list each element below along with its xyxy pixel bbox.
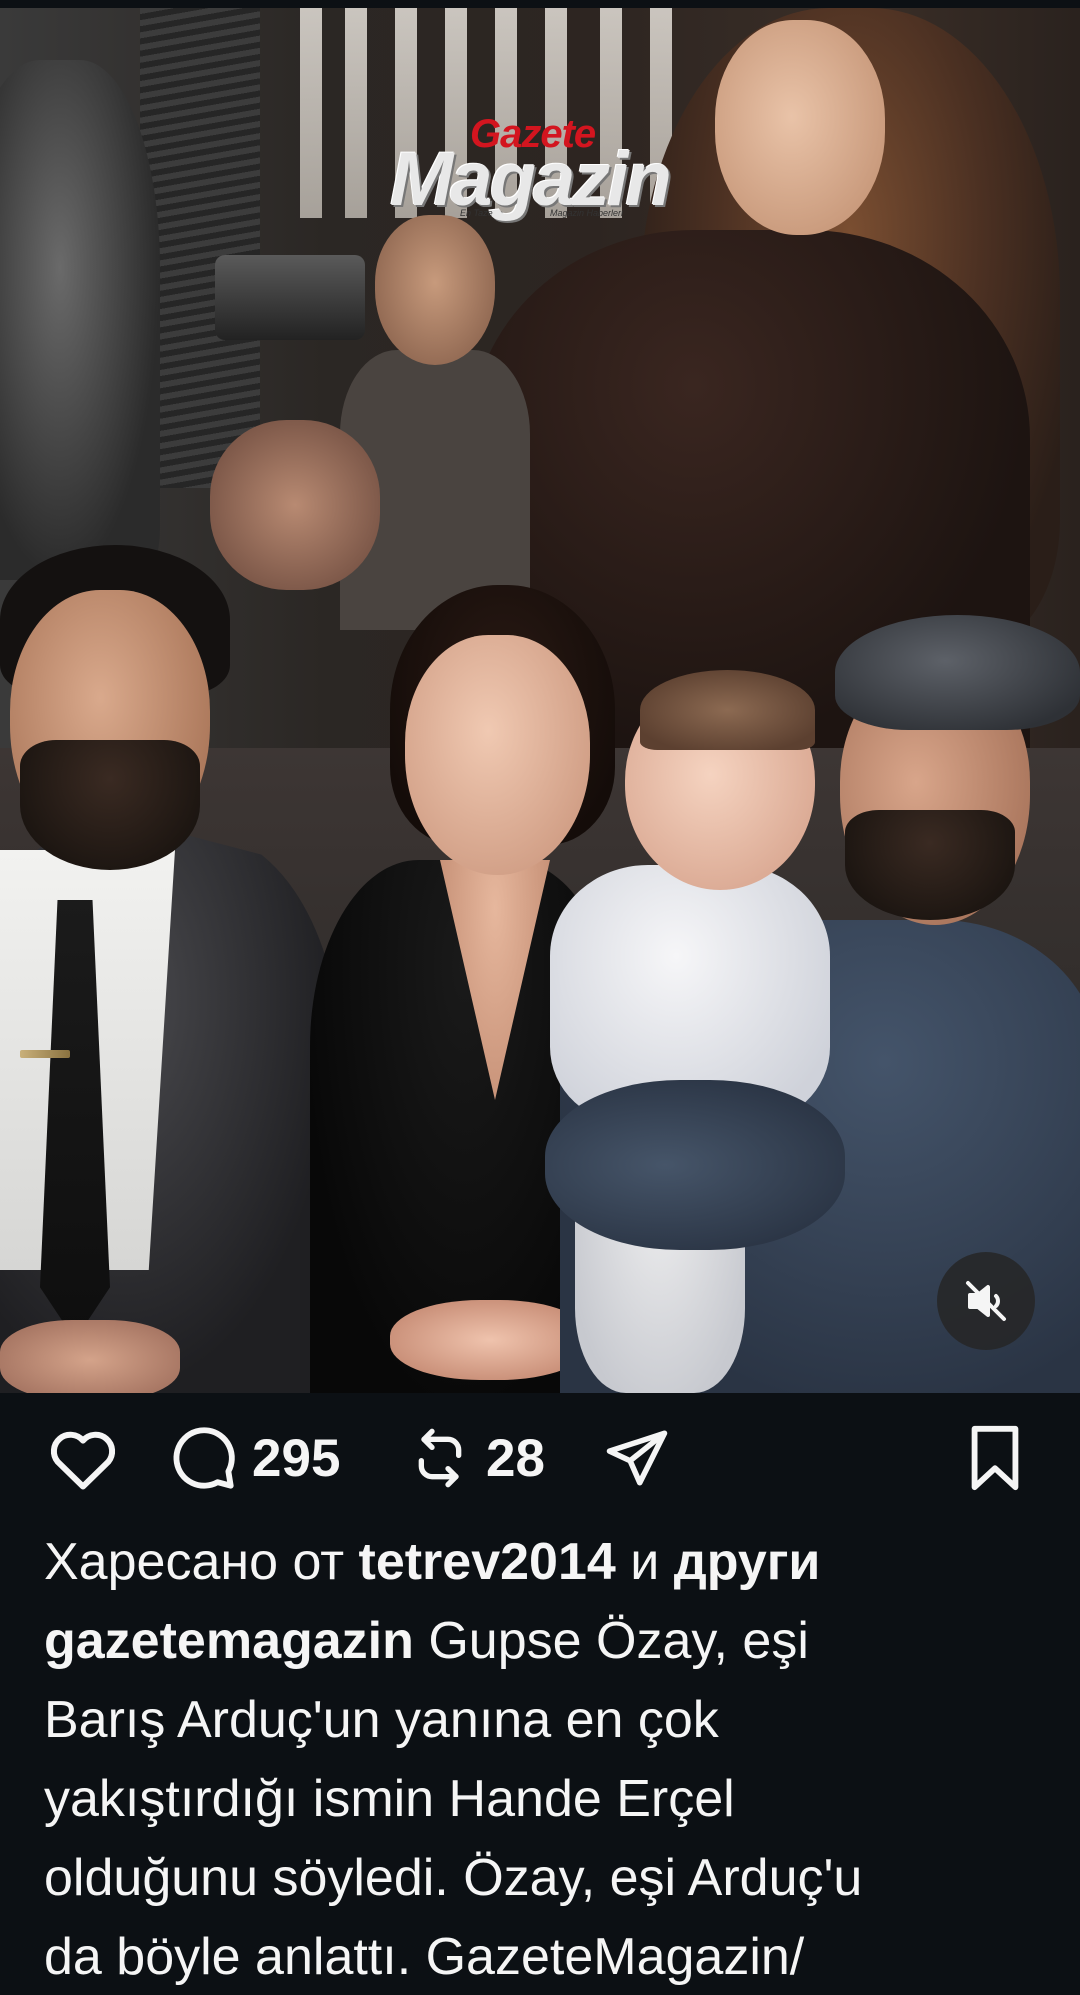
repost-count: 28 bbox=[486, 1428, 545, 1488]
caption-line: yakıştırdığı ismin Hande Erçel bbox=[44, 1770, 735, 1828]
logo-main-text: Magazin bbox=[390, 137, 672, 222]
shelf-light bbox=[345, 8, 367, 218]
gazete-magazin-logo: Gazete Magazin En Taze Magazin Haberleri bbox=[390, 112, 700, 232]
flat-cap bbox=[835, 615, 1080, 730]
comment-count: 295 bbox=[252, 1428, 341, 1488]
man-arm-holding-baby bbox=[545, 1080, 845, 1250]
caption-line: olduğunu söyledi. Özay, eşi Arduç'u bbox=[44, 1849, 863, 1907]
post-media[interactable]: Gazete Magazin En Taze Magazin Haberleri bbox=[0, 0, 1080, 1393]
camera-hand bbox=[210, 420, 380, 590]
likes-joiner: и bbox=[630, 1533, 660, 1591]
share-button[interactable] bbox=[602, 1415, 672, 1501]
caption-first-line: gazetemagazin Gupse Özay, eşi bbox=[44, 1602, 1044, 1681]
likes-others[interactable]: други bbox=[674, 1533, 821, 1591]
liked-by-user[interactable]: tetrev2014 bbox=[359, 1533, 616, 1591]
post-action-bar: 295 28 bbox=[0, 1393, 1080, 1523]
caption-text-start: Gupse Özay, eşi bbox=[428, 1612, 809, 1670]
mute-toggle-button[interactable] bbox=[937, 1252, 1035, 1350]
likes-prefix: Харесано от bbox=[44, 1533, 345, 1591]
send-icon bbox=[606, 1430, 668, 1486]
bookmark-icon bbox=[971, 1425, 1019, 1491]
heart-icon bbox=[50, 1431, 116, 1490]
comment-button[interactable]: 295 bbox=[168, 1415, 340, 1501]
like-button[interactable] bbox=[46, 1415, 120, 1501]
capped-man-beard bbox=[845, 810, 1015, 920]
status-strip bbox=[0, 0, 1080, 8]
tie-clip bbox=[20, 1050, 70, 1058]
comment-icon bbox=[173, 1427, 235, 1489]
likes-summary[interactable]: Харесано от tetrev2014 и други bbox=[44, 1523, 1044, 1602]
repost-button[interactable]: 28 bbox=[408, 1415, 545, 1501]
woman-face bbox=[715, 20, 885, 235]
logo-subtitle-right: Magazin Haberleri bbox=[550, 208, 624, 218]
suited-man-beard bbox=[20, 740, 200, 870]
baby-hair bbox=[640, 670, 815, 750]
shelf-light bbox=[300, 8, 322, 218]
background-man-face bbox=[375, 215, 495, 365]
logo-subtitle-left: En Taze bbox=[460, 208, 493, 218]
save-button[interactable] bbox=[964, 1415, 1026, 1501]
post-screen: Gazete Magazin En Taze Magazin Haberleri bbox=[0, 0, 1080, 1995]
caption-author[interactable]: gazetemagazin bbox=[44, 1612, 414, 1670]
caption-line: Barış Arduç'un yanına en çok bbox=[44, 1691, 719, 1749]
camera bbox=[215, 255, 365, 340]
repost-icon bbox=[418, 1428, 462, 1488]
caption-line: da böyle anlattı. GazeteMagazin/ bbox=[44, 1928, 805, 1986]
speaker-muted-icon bbox=[966, 1281, 1006, 1321]
post-caption-area: Харесано от tetrev2014 и други gazetemag… bbox=[44, 1523, 1044, 1995]
coat-figure bbox=[0, 60, 160, 580]
suited-man-hands bbox=[0, 1320, 180, 1393]
smiling-woman-face bbox=[405, 635, 590, 875]
